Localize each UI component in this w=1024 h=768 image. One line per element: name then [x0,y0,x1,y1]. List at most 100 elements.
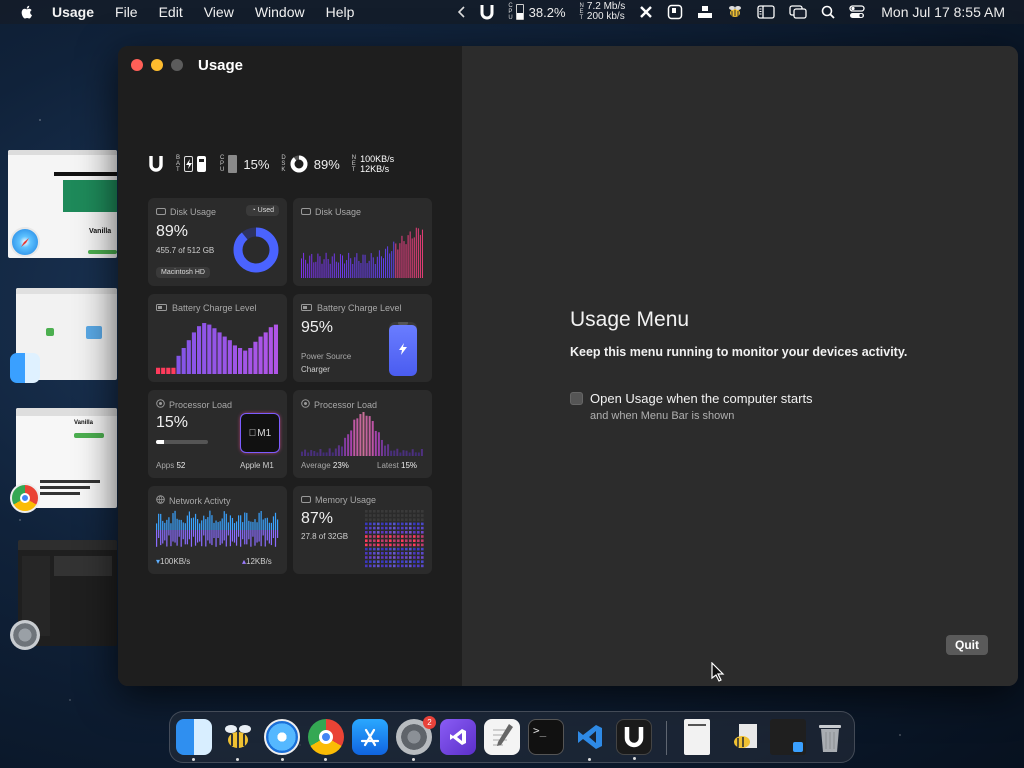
usage-u-icon[interactable] [480,4,494,20]
terminal-icon[interactable]: >_ [528,719,564,755]
memory-dot [365,560,368,563]
chart-bar [225,513,227,530]
chevron-left-icon[interactable] [458,6,466,18]
memory-dot [381,518,384,521]
thumbnail-caption: Vanilla [74,420,94,426]
memory-dot [397,535,400,538]
memory-dot [397,556,400,559]
widget-title: Disk Usage [170,207,217,217]
menu-help[interactable]: Help [326,4,355,20]
chart-bar [203,530,205,536]
memory-dot [393,556,396,559]
memory-usage-widget[interactable]: Memory Usage 87% 27.8 of 32GB [293,486,432,574]
menu-app-name[interactable]: Usage [52,4,94,20]
disk-donut [233,227,279,273]
memory-dot [393,518,396,521]
chart-bar [307,263,309,278]
cpu-status[interactable]: CPU 38.2% [508,3,565,21]
disk-usage-history-widget[interactable]: Disk Usage [293,198,432,286]
memory-dot [401,522,404,526]
chart-bar [333,253,335,278]
memory-dot [389,543,392,547]
trash-icon[interactable] [812,719,848,755]
memory-dot [381,531,384,534]
document-icon[interactable] [684,719,710,755]
memory-dot [401,518,404,521]
memory-dot [385,552,388,555]
usage-icon[interactable] [616,719,652,760]
chart-bar [274,530,277,547]
chart-bar [231,530,234,542]
app-store-icon[interactable] [352,719,388,755]
memory-dot [377,556,380,559]
bee-doc-icon[interactable] [728,719,764,755]
chart-bar [362,412,365,456]
chart-bar [405,450,408,456]
system-settings-icon[interactable]: 2 [396,716,436,761]
quit-button[interactable]: Quit [946,635,988,655]
chart-bar [350,430,353,456]
memory-dot [409,522,412,526]
menu-edit[interactable]: Edit [159,4,183,20]
windows-icon[interactable] [789,5,807,19]
network-activity-widget[interactable]: Network Activty ▾100KB/s ▴12KB/s [148,486,287,574]
apple-icon[interactable] [19,4,35,20]
chart-bar [190,518,193,530]
bee-icon[interactable] [727,4,743,20]
menu-view[interactable]: View [204,4,234,20]
chart-bar [323,259,325,278]
clock[interactable]: Mon Jul 17 8:55 AM [881,4,1005,20]
chrome-icon[interactable] [308,719,344,761]
visual-studio-icon[interactable] [440,719,476,755]
memory-dot [397,522,400,526]
chart-bar [188,511,190,530]
chart-bar [309,255,311,278]
memory-dot [377,522,380,526]
control-center-icon[interactable] [849,5,865,19]
notification-badge: 2 [423,716,436,729]
chart-bar [166,367,171,374]
textedit-icon[interactable] [484,719,520,755]
menu-file[interactable]: File [115,4,138,20]
battery-level-widget[interactable]: Battery Charge Level 95% Power Source Ch… [293,294,432,382]
memory-dot [389,518,392,521]
memory-dot [421,539,424,542]
chart-bar [417,228,419,278]
finder-icon[interactable] [176,719,212,761]
screenshot-icon[interactable] [667,4,683,20]
disk-usage-widget[interactable]: Disk Usage ◔ Used 89% 455.7 of 512 GB Ma… [148,198,287,286]
sidebar-icon[interactable] [757,5,775,19]
memory-dot [365,526,368,530]
battery-history-widget[interactable]: Battery Charge Level [148,294,287,382]
chart-bar [188,530,190,540]
chart-bar [365,415,368,456]
bee-icon[interactable] [220,719,256,761]
chart-bar [199,523,201,530]
processor-load-widget[interactable]: Processor Load 15% Apps 52 M1 Apple M1 [148,390,287,478]
launch-at-login-label[interactable]: Open Usage when the computer starts [590,391,813,406]
memory-dot [393,526,396,530]
chart-bar [229,515,231,530]
vscode-icon[interactable] [572,719,608,761]
minimize-button[interactable] [151,59,163,71]
finder-window-icon[interactable] [770,719,806,755]
memory-dot [401,560,404,563]
search-icon[interactable] [821,5,835,19]
memory-dot [365,547,368,551]
launch-at-login-checkbox[interactable] [570,392,583,405]
processor-history-widget[interactable]: Processor Load Average 23% Latest 15% [293,390,432,478]
memory-dot [401,547,404,551]
chart-bar [310,450,313,456]
close-x-icon[interactable] [639,5,653,19]
memory-dot [365,510,368,513]
zoom-button[interactable] [171,59,183,71]
launch-at-login-row[interactable]: Open Usage when the computer starts [570,391,813,406]
disk-history-chart [301,227,423,278]
net-status[interactable]: NET 7.2 Mb/s 200 kb/s [580,2,626,22]
grid-icon[interactable] [697,5,713,19]
memory-dot [373,556,376,559]
menu-window[interactable]: Window [255,4,305,20]
safari-icon[interactable] [264,719,300,761]
close-button[interactable] [131,59,143,71]
chart-bar [209,510,211,530]
